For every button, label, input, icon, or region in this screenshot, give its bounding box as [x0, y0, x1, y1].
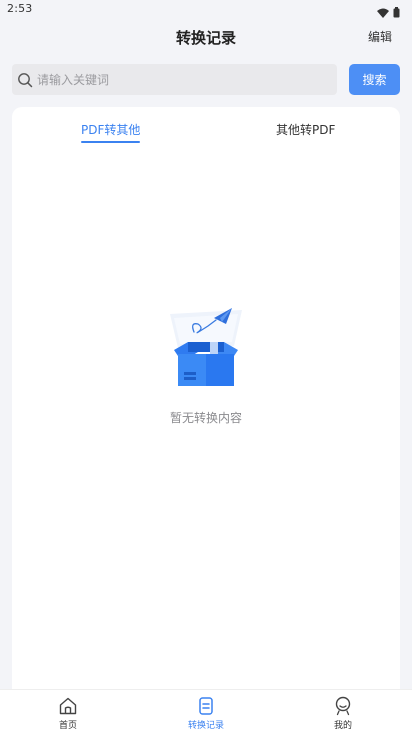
- search-button[interactable]: 搜索: [349, 64, 400, 95]
- bottom-nav: 首页 转换记录 我的: [0, 689, 412, 735]
- nav-label-home: 首页: [58, 721, 77, 731]
- search-box[interactable]: [12, 64, 337, 95]
- tab-other-to-pdf[interactable]: 其他转PDF: [276, 121, 335, 138]
- page-title: 转换记录: [175, 29, 236, 47]
- tab-pdf-to-other[interactable]: PDF转其他: [81, 121, 141, 143]
- status-bar: 2:53: [0, 0, 412, 20]
- status-time: 2:53: [7, 2, 33, 15]
- nav-label-mine: 我的: [333, 721, 352, 731]
- document-icon: [196, 696, 216, 716]
- open-box-with-paper-plane-icon: [164, 302, 248, 392]
- home-icon: [58, 696, 78, 716]
- nav-label-records: 转换记录: [187, 721, 224, 731]
- edit-button[interactable]: 编辑: [368, 28, 392, 45]
- search-icon: [17, 72, 33, 88]
- profile-icon: [333, 696, 353, 716]
- nav-item-records[interactable]: 转换记录: [166, 696, 246, 731]
- empty-state-text: 暂无转换内容: [169, 411, 242, 425]
- search-input[interactable]: [35, 71, 319, 88]
- nav-item-mine[interactable]: 我的: [303, 696, 383, 731]
- records-card: PDF转其他 其他转PDF 暂无转换内容: [12, 107, 400, 707]
- header: 转换记录 编辑: [0, 20, 412, 52]
- nav-item-home[interactable]: 首页: [28, 696, 108, 731]
